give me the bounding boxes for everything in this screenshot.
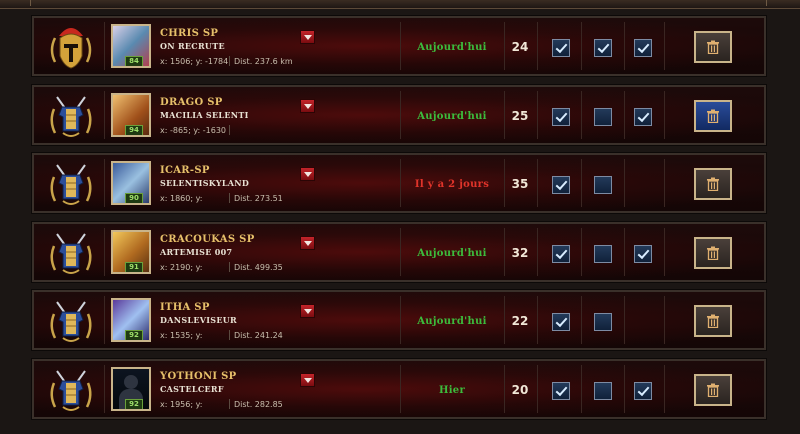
armor-medal-icon <box>42 365 100 417</box>
city-name: CASTELCERF <box>160 384 224 394</box>
delete-button[interactable] <box>694 31 732 63</box>
delete-button[interactable] <box>694 100 732 132</box>
permission-checkbox-3[interactable] <box>634 39 652 57</box>
player-count: 35 <box>511 177 529 191</box>
player-row: 84 Chris SP On Recrute x: 1506; y: -1784… <box>31 15 767 77</box>
coordinates: x: 1535; y: <box>160 331 203 340</box>
armor-medal-icon <box>42 228 100 280</box>
last-seen-status: Aujourd'hui <box>417 248 487 259</box>
player-row: 91 cracoukas SP artemise 007 x: 2190; y:… <box>31 221 767 283</box>
player-count: 22 <box>511 314 529 328</box>
armor-medal-icon <box>42 159 100 211</box>
player-avatar[interactable]: 90 <box>111 161 151 205</box>
player-name[interactable]: Drago SP <box>160 97 223 108</box>
distance: Dist. 499.35 <box>234 263 283 272</box>
last-seen-status: Il y a 2 jours <box>414 179 490 190</box>
options-dropdown-button[interactable] <box>300 99 315 113</box>
coordinates: x: 1956; y: <box>160 400 203 409</box>
delete-button[interactable] <box>694 237 732 269</box>
coordinates: x: 1860; y: <box>160 194 203 203</box>
distance: Dist. 282.85 <box>234 400 283 409</box>
top-frame <box>0 0 800 9</box>
city-name: MACILIA selenti <box>160 110 249 120</box>
last-seen-status: Aujourd'hui <box>417 316 487 327</box>
player-row: 92 itha SP dansleviseur x: 1535; y: Dist… <box>31 289 767 351</box>
permission-checkbox-2[interactable] <box>594 245 612 263</box>
delete-button[interactable] <box>694 374 732 406</box>
permission-checkbox-1[interactable] <box>552 245 570 263</box>
delete-button[interactable] <box>694 168 732 200</box>
player-row: 94 Drago SP MACILIA selenti x: -865; y: … <box>31 84 767 146</box>
permission-checkbox-3[interactable] <box>634 108 652 126</box>
level-badge: 92 <box>125 330 143 340</box>
city-name: dansleviseur <box>160 315 238 325</box>
level-badge: 94 <box>125 125 143 135</box>
city-name: selentiSkyland <box>160 178 250 188</box>
trash-icon <box>707 383 719 397</box>
permission-checkbox-2[interactable] <box>594 39 612 57</box>
level-badge: 90 <box>125 193 143 203</box>
permission-checkbox-1[interactable] <box>552 313 570 331</box>
armor-medal-icon <box>42 91 100 143</box>
coordinates: x: -865; y: -1630 <box>160 126 227 135</box>
options-dropdown-button[interactable] <box>300 373 315 387</box>
trash-icon <box>707 314 719 328</box>
permission-checkbox-3[interactable] <box>634 382 652 400</box>
trash-icon <box>707 246 719 260</box>
distance: Dist. 241.24 <box>234 331 283 340</box>
level-badge: 92 <box>125 399 143 409</box>
player-name[interactable]: icar-SP <box>160 165 210 176</box>
permission-checkbox-1[interactable] <box>552 108 570 126</box>
level-badge: 91 <box>125 262 143 272</box>
player-name[interactable]: YOTHONI SP <box>160 371 237 382</box>
options-dropdown-button[interactable] <box>300 304 315 318</box>
permission-checkbox-1[interactable] <box>552 39 570 57</box>
spartan-helmet-icon <box>42 22 100 74</box>
player-avatar[interactable]: 92 <box>111 298 151 342</box>
level-badge: 84 <box>125 56 143 66</box>
player-avatar[interactable]: 84 <box>111 24 151 68</box>
permission-checkbox-3[interactable] <box>634 245 652 263</box>
options-dropdown-button[interactable] <box>300 236 315 250</box>
silhouette-icon <box>124 375 138 389</box>
player-name[interactable]: cracoukas SP <box>160 234 255 245</box>
player-name[interactable]: itha SP <box>160 302 210 313</box>
distance: Dist. 237.6 km <box>234 57 293 66</box>
permission-checkbox-2[interactable] <box>594 108 612 126</box>
player-count: 20 <box>511 383 529 397</box>
armor-medal-icon <box>42 296 100 348</box>
last-seen-status: Aujourd'hui <box>417 42 487 53</box>
player-row: 90 icar-SP selentiSkyland x: 1860; y: Di… <box>31 152 767 214</box>
options-dropdown-button[interactable] <box>300 30 315 44</box>
coordinates: x: 2190; y: <box>160 263 203 272</box>
permission-checkbox-2[interactable] <box>594 382 612 400</box>
player-avatar[interactable]: 91 <box>111 230 151 274</box>
delete-button[interactable] <box>694 305 732 337</box>
permission-checkbox-1[interactable] <box>552 382 570 400</box>
player-count: 25 <box>511 109 529 123</box>
trash-icon <box>707 177 719 191</box>
last-seen-status: Aujourd'hui <box>417 111 487 122</box>
coordinates: x: 1506; y: -1784 <box>160 57 229 66</box>
player-count: 32 <box>511 246 529 260</box>
permission-checkbox-2[interactable] <box>594 176 612 194</box>
player-avatar[interactable]: 92 <box>111 367 151 411</box>
permission-checkbox-1[interactable] <box>552 176 570 194</box>
permission-checkbox-2[interactable] <box>594 313 612 331</box>
city-name: artemise 007 <box>160 247 233 257</box>
player-row: 92 YOTHONI SP CASTELCERF x: 1956; y: Dis… <box>31 358 767 420</box>
distance: Dist. 273.51 <box>234 194 283 203</box>
player-count: 24 <box>511 40 529 54</box>
trash-icon <box>707 40 719 54</box>
options-dropdown-button[interactable] <box>300 167 315 181</box>
player-name[interactable]: Chris SP <box>160 28 218 39</box>
city-name: On Recrute <box>160 41 225 51</box>
trash-icon <box>707 109 719 123</box>
last-seen-status: Hier <box>438 385 466 396</box>
player-avatar[interactable]: 94 <box>111 93 151 137</box>
